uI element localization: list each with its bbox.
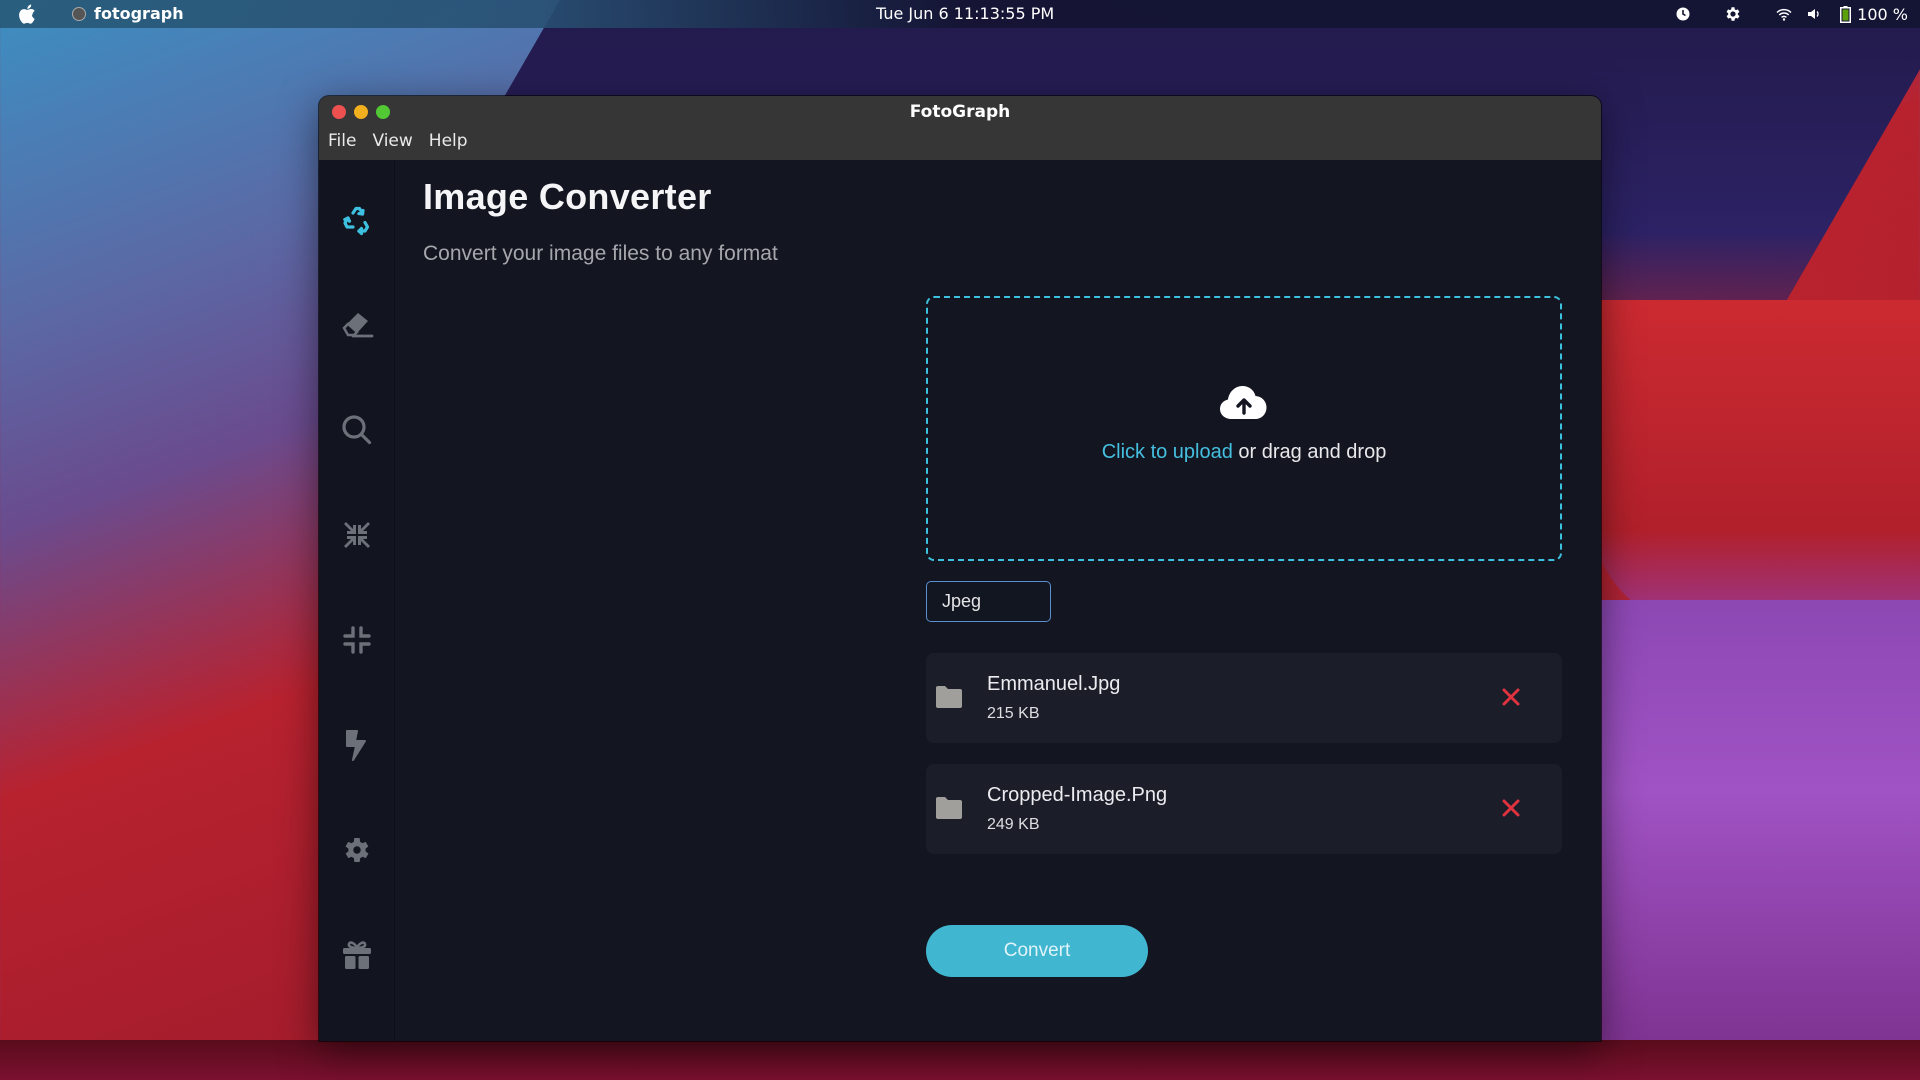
system-menubar: fotograph Tue Jun 6 11:13:55 PM 100 % xyxy=(0,0,1920,28)
file-size: 215 KB xyxy=(987,705,1040,722)
sidebar-item-gift[interactable] xyxy=(337,935,377,975)
convert-button[interactable]: Convert xyxy=(926,925,1148,977)
active-app-name[interactable]: fotograph xyxy=(94,4,184,23)
format-select-value: Jpeg xyxy=(942,591,982,611)
main-content: Image Converter Convert your image files… xyxy=(423,160,1601,1041)
remove-file-icon[interactable] xyxy=(1500,797,1522,819)
folder-icon xyxy=(936,797,962,819)
sidebar-item-settings[interactable] xyxy=(337,830,377,870)
window-title: FotoGraph xyxy=(909,102,1011,122)
click-to-upload-link[interactable]: Click to upload xyxy=(1102,441,1233,463)
settings-icon[interactable] xyxy=(1724,5,1742,23)
app-icon xyxy=(72,7,86,21)
sidebar-item-minimize[interactable] xyxy=(337,620,377,660)
minimize-icon xyxy=(343,626,371,654)
wallpaper-shape xyxy=(0,1040,1920,1080)
gift-icon xyxy=(343,941,371,969)
apple-icon[interactable] xyxy=(18,4,36,24)
file-item: Cropped-Image.Png 249 KB xyxy=(926,764,1562,854)
drag-drop-text: or drag and drop xyxy=(1232,441,1387,463)
cloud-upload-icon xyxy=(1220,386,1267,419)
app-window: FotoGraph File View Help Image Converter… xyxy=(319,96,1601,1041)
volume-icon[interactable] xyxy=(1808,8,1822,20)
sidebar-item-compress[interactable] xyxy=(337,515,377,555)
remove-file-icon[interactable] xyxy=(1500,686,1522,708)
file-size: 249 KB xyxy=(987,816,1040,833)
gear-icon xyxy=(345,838,369,862)
folder-icon xyxy=(936,686,962,708)
search-icon xyxy=(342,415,372,445)
wifi-icon[interactable] xyxy=(1776,8,1792,21)
page-title: Image Converter xyxy=(423,176,712,217)
recycle-icon xyxy=(343,206,370,236)
battery-icon[interactable] xyxy=(1840,5,1852,23)
menu-help[interactable]: Help xyxy=(429,131,468,151)
format-select[interactable]: Jpeg xyxy=(926,581,1051,622)
file-name: Cropped-Image.Png xyxy=(987,784,1168,806)
app-menu: File View Help xyxy=(328,131,468,151)
compress-arrows-icon xyxy=(344,522,370,548)
sidebar xyxy=(319,160,395,1041)
title-bar: FotoGraph File View Help xyxy=(319,96,1601,160)
sidebar-item-eraser[interactable] xyxy=(337,305,377,345)
battery-percentage: 100 % xyxy=(1857,4,1908,24)
menu-file[interactable]: File xyxy=(328,131,356,151)
sidebar-item-enhance[interactable] xyxy=(337,725,377,765)
upload-dropzone[interactable]: Click to upload or drag and drop xyxy=(926,296,1562,561)
sidebar-item-convert[interactable] xyxy=(337,200,377,240)
file-item: Emmanuel.Jpg 215 KB xyxy=(926,653,1562,743)
wallpaper-shape xyxy=(1590,300,1920,630)
page-subtitle: Convert your image files to any format xyxy=(423,242,778,265)
sidebar-item-search[interactable] xyxy=(337,410,377,450)
menu-view[interactable]: View xyxy=(372,131,412,151)
dropzone-text: Click to upload or drag and drop xyxy=(1102,441,1387,464)
clock-icon[interactable] xyxy=(1676,7,1690,21)
status-icons: 100 % xyxy=(1676,0,1908,28)
file-name: Emmanuel.Jpg xyxy=(987,673,1121,695)
clock[interactable]: Tue Jun 6 11:13:55 PM xyxy=(876,4,1054,23)
bolt-icon xyxy=(346,730,366,761)
wallpaper-shape xyxy=(1590,600,1920,1080)
eraser-icon xyxy=(342,313,374,338)
